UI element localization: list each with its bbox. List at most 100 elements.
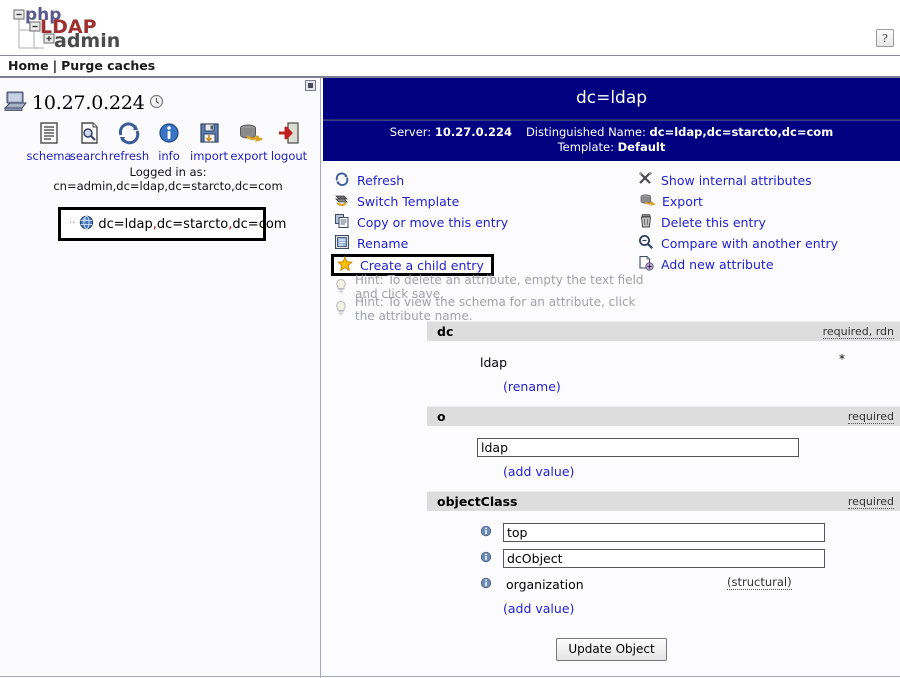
attribute-header: dc required, rdn [427,321,900,341]
sidebar-tool-label: export [230,149,268,163]
server-name: 10.27.0.224 [32,91,145,114]
sidebar-tool-schema[interactable]: schema [26,121,72,163]
action-label[interactable]: Copy or move this entry [357,215,508,230]
help-glyph: ? [882,31,888,45]
attribute-block-objectclass: objectClass required top dcObject organi… [323,491,900,628]
export-icon [638,192,656,211]
attribute-header: o required [427,406,900,426]
template-value: Default [617,140,666,154]
required-asterisk: * [839,352,845,366]
copy-move-icon [334,213,350,232]
page-title: dc=ldap [575,88,648,108]
sidebar-tool-logout[interactable]: logout [269,121,309,163]
attribute-name[interactable]: o [437,409,848,424]
attribute-flags-text: required [847,495,894,509]
nav-purge-caches-link[interactable]: Purge caches [61,58,155,73]
action-delete-entry[interactable]: Delete this entry [635,212,900,233]
sidebar-tool-search[interactable]: search [69,121,109,163]
help-icon[interactable]: ? [876,29,894,47]
top-bar: php LDAP admin ? [0,0,900,56]
add-value-link[interactable]: (add value) [503,464,574,479]
dn-part: dc=com [232,216,287,232]
info-icon[interactable] [479,524,493,541]
template-label: Template: [557,140,614,154]
sidebar-tool-import[interactable]: import [189,121,229,163]
attribute-header: objectClass required [427,491,900,511]
globe-entry-icon [79,215,94,233]
action-label[interactable]: Export [662,194,703,209]
info-icon[interactable] [479,576,493,593]
action-refresh[interactable]: Refresh [331,170,651,191]
action-label[interactable]: Compare with another entry [661,236,838,251]
sidebar-tool-label: logout [270,149,308,163]
sidebar-tool-refresh[interactable]: refresh [109,121,149,163]
clock-icon [149,94,164,112]
search-icon [76,121,102,148]
refresh-icon [116,121,142,148]
attribute-name[interactable]: dc [437,324,823,339]
sidebar-toolbar: schema search refresh info import export… [0,121,320,163]
action-rename[interactable]: Rename [331,233,651,254]
sidebar-tool-label: schema [26,149,72,163]
rename-icon [334,234,350,253]
action-label[interactable]: Refresh [357,173,404,188]
attribute-value-row [323,545,900,571]
sidebar-tool-info[interactable]: info [149,121,189,163]
add-attribute-icon [638,255,654,274]
action-label[interactable]: Rename [357,236,408,251]
tools-icon [638,171,654,190]
action-label[interactable]: Switch Template [357,194,459,209]
schema-icon [36,121,62,148]
dn-label: Distinguished Name: [525,125,646,139]
action-label[interactable]: Create a child entry [360,258,484,273]
collapse-panel-icon[interactable] [305,80,316,91]
tree-entry-dn: dc=ldap,dc=starcto,dc=com [98,217,286,232]
sidebar-tool-export[interactable]: export [229,121,269,163]
action-export[interactable]: Export [635,191,900,212]
server-value: 10.27.0.224 [434,125,512,139]
o-value-input[interactable] [477,437,799,457]
objectclass-value-input[interactable] [503,548,825,568]
sidebar-tool-label: info [158,149,180,163]
server-computer-icon [3,90,28,115]
attribute-value-row [323,434,900,460]
action-label[interactable]: Delete this entry [661,215,766,230]
import-icon [196,121,222,148]
rename-link[interactable]: (rename) [503,379,561,394]
server-header: 10.27.0.224 [0,78,320,115]
attribute-name[interactable]: objectClass [437,494,848,509]
action-switch-template[interactable]: Switch Template [331,191,651,212]
dc-value-readonly: ldap [480,354,508,370]
svg-text:admin: admin [54,30,120,52]
tree-entry-highlighted[interactable]: ·· dc=ldap,dc=starcto,dc=com [58,207,286,241]
switch-template-icon [334,192,350,211]
update-object-button[interactable]: Update Object [556,638,667,661]
breadcrumb: Home | Purge caches [0,56,900,78]
nav-home-link[interactable]: Home [8,58,49,73]
attribute-value-row: ldap * [323,349,900,375]
objectclass-value-input[interactable] [503,522,825,542]
add-value-link[interactable]: (add value) [503,601,574,616]
action-add-new-attribute[interactable]: Add new attribute [635,254,900,275]
lightbulb-icon [334,300,348,319]
star-icon [336,255,354,275]
attribute-rename-link-row: (rename) [323,375,900,397]
actions-right-column: Show internal attributes Export Delete t… [635,170,900,275]
action-label[interactable]: Add new attribute [661,257,774,272]
action-copy-or-move[interactable]: Copy or move this entry [331,212,651,233]
attribute-block-dc: dc required, rdn ldap * (rename) [323,321,900,406]
logout-icon [276,121,302,148]
action-show-internal-attributes[interactable]: Show internal attributes [635,170,900,191]
info-icon[interactable] [479,550,493,567]
server-label: Server: [389,125,432,139]
attribute-values: organization (structural) (add value) [323,511,900,628]
attribute-value-row: organization (structural) [323,571,900,597]
lightbulb-icon [334,278,348,297]
action-label[interactable]: Show internal attributes [661,173,812,188]
action-compare-entry[interactable]: Compare with another entry [635,233,900,254]
logged-in-as-text: Logged in as: cn=admin,dc=ldap,dc=starct… [53,165,283,193]
attribute-flags: required [847,495,894,509]
dn-part: dc=starcto [156,216,229,232]
attribute-values: ldap * (rename) [323,341,900,406]
refresh-icon [334,171,350,190]
